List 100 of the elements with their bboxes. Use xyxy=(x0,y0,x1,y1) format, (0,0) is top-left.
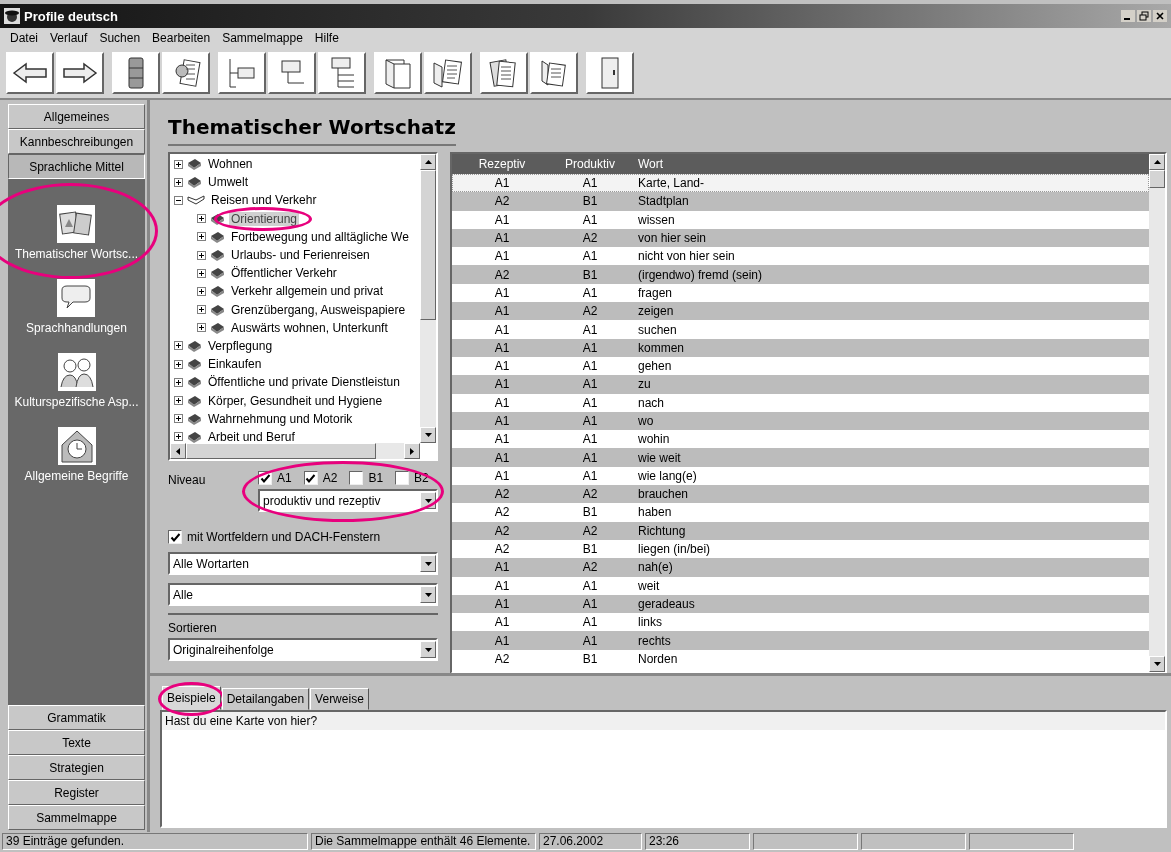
speech-bubble-icon[interactable] xyxy=(57,279,96,317)
back-tool-button[interactable] xyxy=(6,52,54,94)
scroll-thumb[interactable] xyxy=(1149,170,1165,188)
docs-tool-button[interactable] xyxy=(480,52,528,94)
magnifier-tool-button[interactable] xyxy=(162,52,210,94)
dropdown-arrow-icon[interactable] xyxy=(424,498,432,503)
abc-tool-button[interactable] xyxy=(112,52,160,94)
menu-item[interactable]: Hilfe xyxy=(314,31,339,45)
dropdown-arrow-icon[interactable] xyxy=(424,561,432,566)
tree-item[interactable]: Öffentliche und private Dienstleistun xyxy=(206,375,402,390)
expand-icon[interactable] xyxy=(174,341,183,351)
menu-item[interactable]: Bearbeiten xyxy=(152,31,211,45)
dropdown-arrow-icon[interactable] xyxy=(424,592,432,597)
sort-dropdown[interactable]: Originalreihenfolge xyxy=(168,638,438,661)
expand-icon[interactable] xyxy=(197,250,206,260)
expand-icon[interactable] xyxy=(197,268,206,278)
expand-icon[interactable] xyxy=(197,286,206,296)
expand-icon[interactable] xyxy=(174,159,183,169)
level-checkbox[interactable]: B1 xyxy=(349,471,384,485)
menu-item[interactable]: Suchen xyxy=(99,31,141,45)
tree-item[interactable]: Urlaubs- und Ferienreisen xyxy=(229,248,372,263)
tab[interactable]: Beispiele xyxy=(162,686,221,710)
sidebar-section-button[interactable]: Register xyxy=(8,780,145,805)
scroll-thumb[interactable] xyxy=(186,443,376,459)
scroll-down-icon[interactable] xyxy=(1153,662,1161,666)
table-row[interactable]: A2 B1 (irgendwo) fremd (sein) xyxy=(452,265,1149,284)
tree-item[interactable]: Verpflegung xyxy=(206,338,275,353)
word-fields-checkbox[interactable]: mit Wortfeldern und DACH-Fenstern xyxy=(168,530,438,544)
sidebar-section-button[interactable]: Strategien xyxy=(8,755,145,780)
table-row[interactable]: A1 A1 Karte, Land- xyxy=(452,174,1149,193)
collapse-icon[interactable] xyxy=(174,195,183,205)
level-checkbox[interactable]: A1 xyxy=(258,471,292,485)
expand-icon[interactable] xyxy=(197,305,206,315)
table-row[interactable]: A1 A2 zeigen xyxy=(452,302,1149,321)
table-row[interactable]: A1 A1 zu xyxy=(452,375,1149,394)
tree-c-tool-button[interactable] xyxy=(318,52,366,94)
sidebar-section-button[interactable]: Kannbeschreibungen xyxy=(8,129,145,154)
tab[interactable]: Verweise xyxy=(310,688,369,710)
column-header[interactable]: Rezeptiv xyxy=(452,157,552,171)
table-row[interactable]: A2 B1 Stadtplan xyxy=(452,192,1149,211)
table-row[interactable]: A1 A2 nah(e) xyxy=(452,558,1149,577)
sidebar-item[interactable]: Allgemeine Begriffe xyxy=(24,469,129,483)
dropdown-arrow-icon[interactable] xyxy=(424,647,432,652)
expand-icon[interactable] xyxy=(174,177,183,187)
expand-icon[interactable] xyxy=(197,232,206,242)
menu-item[interactable]: Datei xyxy=(10,31,38,45)
doc-tool-button[interactable] xyxy=(530,52,578,94)
scroll-right-icon[interactable] xyxy=(410,447,414,455)
sidebar-item[interactable]: Thematischer Wortsc... xyxy=(14,247,139,261)
expand-icon[interactable] xyxy=(174,396,183,406)
table-row[interactable]: A1 A1 wie weit xyxy=(452,448,1149,467)
scroll-down-icon[interactable] xyxy=(424,433,432,437)
expand-icon[interactable] xyxy=(174,414,183,424)
column-header[interactable]: Wort xyxy=(628,157,1149,171)
forward-tool-button[interactable] xyxy=(56,52,104,94)
sidebar-section-button[interactable]: Grammatik xyxy=(8,705,145,730)
restore-icon[interactable] xyxy=(1137,10,1151,22)
expand-icon[interactable] xyxy=(174,377,183,387)
expand-icon[interactable] xyxy=(174,432,183,442)
expand-icon[interactable] xyxy=(174,359,183,369)
tree-item[interactable]: Reisen und Verkehr xyxy=(209,193,319,208)
level-checkbox[interactable]: A2 xyxy=(303,471,338,485)
sidebar-section-button[interactable]: Sprachliche Mittel xyxy=(8,154,145,179)
tree-item[interactable]: Umwelt xyxy=(206,175,250,190)
scrollbar[interactable] xyxy=(420,154,436,443)
expand-icon[interactable] xyxy=(197,323,206,333)
sidebar-item[interactable]: Sprachhandlungen xyxy=(26,321,127,335)
house-clock-icon[interactable] xyxy=(57,427,96,465)
scroll-thumb[interactable] xyxy=(420,170,436,320)
tree-item[interactable]: Grenzübergang, Ausweispapiere xyxy=(229,302,408,317)
sidebar-section-button[interactable]: Allgemeines xyxy=(8,104,145,129)
tree-item[interactable]: Wahrnehmung und Motorik xyxy=(206,411,355,426)
pictures-icon[interactable] xyxy=(57,205,96,243)
folder-tool-button[interactable] xyxy=(424,52,472,94)
expand-icon[interactable] xyxy=(197,214,206,224)
tree-item[interactable]: Wohnen xyxy=(206,157,255,172)
menu-item[interactable]: Verlauf xyxy=(50,31,88,45)
sidebar-item[interactable]: Kulturspezifische Asp... xyxy=(14,395,139,409)
tree-item[interactable]: Verkehr allgemein und privat xyxy=(229,284,386,299)
tree-item[interactable]: Körper, Gesundheit und Hygiene xyxy=(206,393,385,408)
scrollbar[interactable] xyxy=(1149,154,1165,672)
sidebar-section-button[interactable]: Sammelmappe xyxy=(8,805,145,830)
scroll-up-icon[interactable] xyxy=(1153,160,1161,164)
tab[interactable]: Detailangaben xyxy=(221,688,310,710)
tree-item[interactable]: Einkaufen xyxy=(206,357,264,372)
sidebar-section-button[interactable]: Texte xyxy=(8,730,145,755)
tree-a-tool-button[interactable] xyxy=(218,52,266,94)
menu-item[interactable]: Sammelmappe xyxy=(222,31,303,45)
minimize-icon[interactable] xyxy=(1121,10,1135,22)
table-row[interactable]: A1 A1 rechts xyxy=(452,631,1149,650)
filter-dropdown[interactable]: Alle xyxy=(168,583,438,606)
tree-item[interactable]: Auswärts wohnen, Unterkunft xyxy=(229,320,390,335)
mode-dropdown[interactable]: produktiv und rezeptiv xyxy=(258,489,438,512)
tree-b-tool-button[interactable] xyxy=(268,52,316,94)
close-icon[interactable] xyxy=(1153,10,1167,22)
table-row[interactable]: A2 A2 brauchen xyxy=(452,485,1149,504)
tree-item[interactable]: Fortbewegung und alltägliche We xyxy=(229,229,411,244)
scroll-up-icon[interactable] xyxy=(424,160,432,164)
column-header[interactable]: Produktiv xyxy=(552,157,628,171)
tree-item[interactable]: Öffentlicher Verkehr xyxy=(229,266,339,281)
